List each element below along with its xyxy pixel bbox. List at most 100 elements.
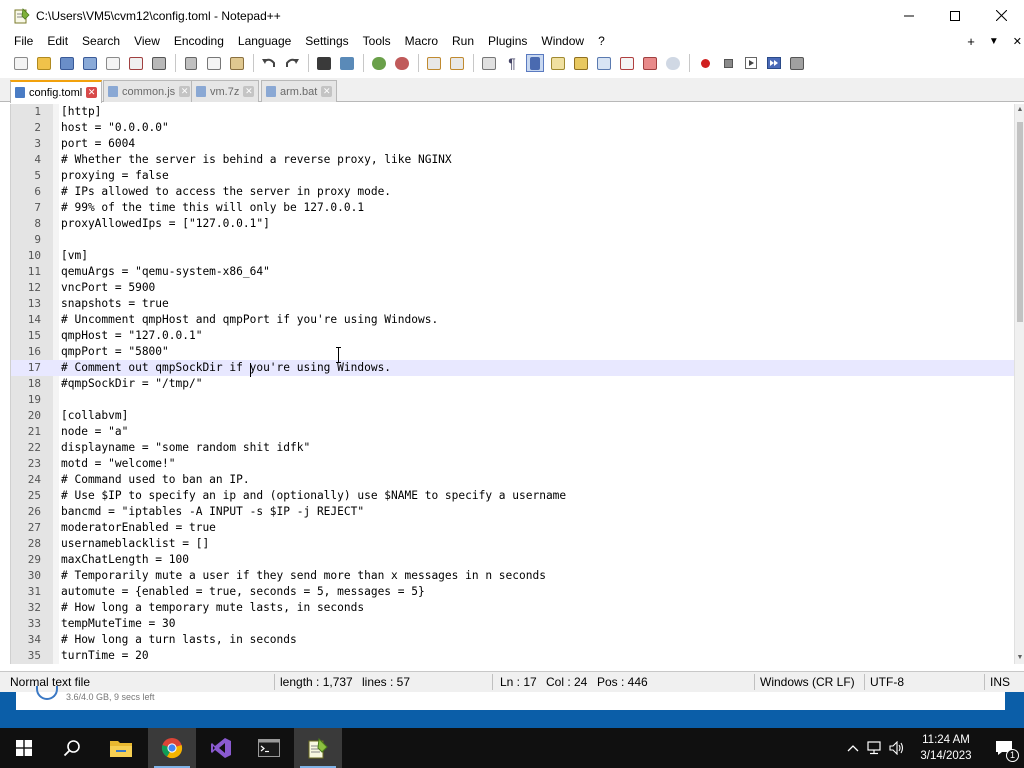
show-hidden-icons-button[interactable] — [842, 728, 864, 768]
udl-button[interactable] — [549, 54, 567, 72]
editor-line[interactable]: 22 displayname = "some random shit idfk" — [11, 440, 1015, 456]
editor-line[interactable]: 30 # Temporarily mute a user if they send… — [11, 568, 1015, 584]
menu-tools[interactable]: Tools — [356, 31, 398, 51]
editor-line[interactable]: 25 # Use $IP to specify an ip and (option… — [11, 488, 1015, 504]
tab-arm-bat[interactable]: arm.bat ✕ — [261, 80, 338, 102]
text-editor[interactable]: 1 [http] 2 host = "0.0.0.0" 3 port = 6004 4 # W… — [10, 104, 1024, 664]
new-file-button[interactable] — [12, 54, 30, 72]
play-macro-button[interactable] — [742, 54, 760, 72]
tab-close-icon[interactable]: ✕ — [86, 87, 98, 98]
editor-line[interactable]: 13 snapshots = true — [11, 296, 1015, 312]
taskbar-search-button[interactable] — [48, 728, 96, 768]
menu-search[interactable]: Search — [75, 31, 127, 51]
action-center-button[interactable]: 1 — [984, 728, 1024, 768]
editor-line[interactable]: 32 # How long a temporary mute lasts, in … — [11, 600, 1015, 616]
menu-file[interactable]: File — [0, 31, 40, 51]
menu-language[interactable]: Language — [231, 31, 298, 51]
vertical-scrollbar[interactable]: ▲ ▼ — [1014, 104, 1024, 664]
tab-close-icon[interactable]: ✕ — [243, 86, 255, 97]
menu-run[interactable]: Run — [445, 31, 481, 51]
editor-line[interactable]: 9 — [11, 232, 1015, 248]
editor-line[interactable]: 19 — [11, 392, 1015, 408]
maximize-button[interactable] — [932, 0, 978, 31]
paste-button[interactable] — [228, 54, 246, 72]
editor-line[interactable]: 24 # Command used to ban an IP. — [11, 472, 1015, 488]
save-macro-button[interactable] — [788, 54, 806, 72]
editor-line[interactable]: 3 port = 6004 — [11, 136, 1015, 152]
taskbar-notepad-plus-plus[interactable] — [294, 728, 342, 768]
taskbar-chrome[interactable] — [148, 728, 196, 768]
taskbar-visual-studio[interactable] — [197, 728, 245, 768]
menu-view[interactable]: View — [127, 31, 167, 51]
save-button[interactable] — [58, 54, 76, 72]
new-tab-plus-icon[interactable]: + — [967, 34, 975, 49]
editor-line[interactable]: 16 qmpPort = "5800" — [11, 344, 1015, 360]
editor-line[interactable]: 23 motd = "welcome!" — [11, 456, 1015, 472]
open-file-button[interactable] — [35, 54, 53, 72]
editor-line[interactable]: 11 qemuArgs = "qemu-system-x86_64" — [11, 264, 1015, 280]
sync-horizontal-button[interactable] — [448, 54, 466, 72]
monitoring-button[interactable] — [664, 54, 682, 72]
zoom-out-button[interactable] — [393, 54, 411, 72]
menu-window[interactable]: Window — [534, 31, 591, 51]
record-macro-button[interactable] — [696, 54, 714, 72]
save-all-button[interactable] — [81, 54, 99, 72]
editor-line[interactable]: 15 qmpHost = "127.0.0.1" — [11, 328, 1015, 344]
editor-line[interactable]: 14 # Uncomment qmpHost and qmpPort if you… — [11, 312, 1015, 328]
taskbar-clock[interactable]: 11:24 AM 3/14/2023 — [908, 732, 984, 764]
find-button[interactable] — [315, 54, 333, 72]
function-list-button[interactable] — [618, 54, 636, 72]
undo-button[interactable] — [260, 54, 278, 72]
document-list-button[interactable] — [595, 54, 613, 72]
editor-line[interactable]: 27 moderatorEnabled = true — [11, 520, 1015, 536]
word-wrap-button[interactable] — [480, 54, 498, 72]
editor-line[interactable]: 18 #qmpSockDir = "/tmp/" — [11, 376, 1015, 392]
tab-config-toml[interactable]: config.toml ✕ — [10, 80, 103, 103]
redo-button[interactable] — [283, 54, 301, 72]
editor-line[interactable]: 26 bancmd = "iptables -A INPUT -s $IP -j … — [11, 504, 1015, 520]
scrollbar-thumb[interactable] — [1017, 122, 1023, 322]
editor-line[interactable]: 28 usernameblacklist = [] — [11, 536, 1015, 552]
cut-button[interactable] — [182, 54, 200, 72]
editor-line[interactable]: 21 node = "a" — [11, 424, 1015, 440]
replace-button[interactable] — [338, 54, 356, 72]
print-button[interactable] — [150, 54, 168, 72]
folder-as-workspace-button[interactable] — [641, 54, 659, 72]
editor-line[interactable]: 20 [collabvm] — [11, 408, 1015, 424]
scroll-up-arrow-icon[interactable]: ▲ — [1015, 104, 1024, 116]
close-all-button[interactable] — [127, 54, 145, 72]
editor-line[interactable]: 31 automute = {enabled = true, seconds = … — [11, 584, 1015, 600]
editor-line[interactable]: 33 tempMuteTime = 30 — [11, 616, 1015, 632]
menu-macro[interactable]: Macro — [398, 31, 445, 51]
close-button[interactable] — [978, 0, 1024, 31]
close-file-button[interactable] — [104, 54, 122, 72]
editor-line[interactable]: 29 maxChatLength = 100 — [11, 552, 1015, 568]
editor-line[interactable]: 1 [http] — [11, 104, 1015, 120]
doc-map-button[interactable] — [572, 54, 590, 72]
show-all-characters-button[interactable]: ¶ — [503, 54, 521, 72]
menu-help[interactable]: ? — [591, 31, 612, 51]
editor-line[interactable]: 6 # IPs allowed to access the server in p… — [11, 184, 1015, 200]
close-document-icon[interactable]: ✕ — [1013, 35, 1022, 48]
tab-common-js[interactable]: common.js ✕ — [103, 80, 196, 102]
editor-line[interactable]: 5 proxying = false — [11, 168, 1015, 184]
editor-line[interactable]: 17 # Comment out qmpSockDir if you're usi… — [11, 360, 1015, 376]
editor-line[interactable]: 35 turnTime = 20 — [11, 648, 1015, 664]
tab-vm-7z[interactable]: vm.7z ✕ — [191, 80, 260, 102]
tab-list-dropdown-icon[interactable]: ▼ — [989, 36, 999, 47]
editor-line[interactable]: 2 host = "0.0.0.0" — [11, 120, 1015, 136]
run-macro-multiple-button[interactable] — [765, 54, 783, 72]
taskbar-command-prompt[interactable] — [245, 728, 293, 768]
menu-encoding[interactable]: Encoding — [167, 31, 231, 51]
start-button[interactable] — [0, 728, 48, 768]
copy-button[interactable] — [205, 54, 223, 72]
tab-close-icon[interactable]: ✕ — [321, 86, 333, 97]
indent-guide-button[interactable] — [526, 54, 544, 72]
editor-line[interactable]: 12 vncPort = 5900 — [11, 280, 1015, 296]
menu-settings[interactable]: Settings — [298, 31, 355, 51]
editor-line[interactable]: 34 # How long a turn lasts, in seconds — [11, 632, 1015, 648]
zoom-in-button[interactable] — [370, 54, 388, 72]
taskbar-file-explorer[interactable] — [97, 728, 145, 768]
sync-vertical-button[interactable] — [425, 54, 443, 72]
network-button[interactable] — [864, 728, 886, 768]
